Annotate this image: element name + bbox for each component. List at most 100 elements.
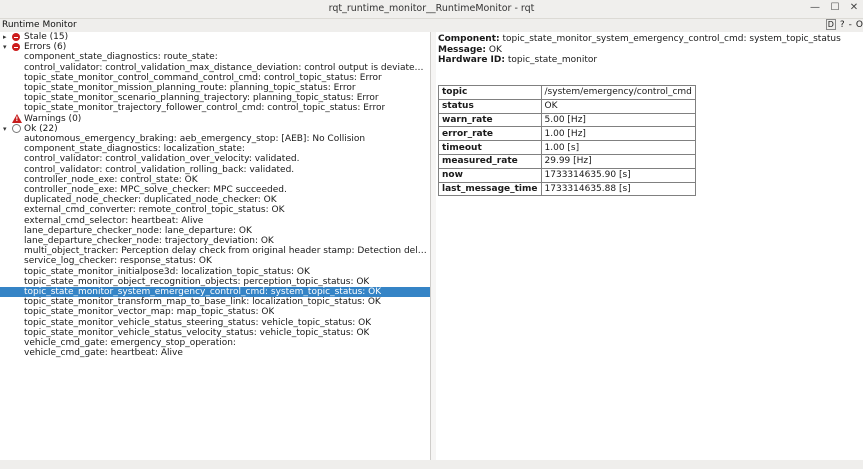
help-icon[interactable]: ? [840, 20, 845, 30]
item-label: component_state_diagnostics: route_state… [24, 52, 218, 63]
item-label: topic_state_monitor_vehicle_status_veloc… [24, 327, 370, 338]
value-cell: 29.99 [Hz] [540, 153, 696, 169]
tree-item-ok[interactable]: lane_departure_checker_node: lane_depart… [0, 226, 430, 236]
item-label: duplicated_node_checker: duplicated_node… [24, 195, 277, 206]
table-row: measured_rate 29.99 [Hz] [438, 153, 696, 169]
tree-group-ok[interactable]: ▾ Ok (22) [0, 123, 430, 134]
dock-button[interactable]: D [825, 19, 836, 30]
component-label: Component: [438, 34, 500, 44]
item-label: topic_state_monitor_transform_map_to_bas… [24, 297, 381, 308]
table-row: topic/system/emergency/control_cmd [438, 85, 696, 100]
tree-group-errors[interactable]: ▾ Errors (6) [0, 42, 430, 52]
diagnostics-tree[interactable]: ▸ Stale (15) ▾ Errors (6) component_state_di… [0, 32, 431, 460]
item-label: autonomous_emergency_braking: aeb_emerge… [24, 134, 366, 144]
tree-item-error[interactable]: control_validator: control_validation_ma… [0, 63, 430, 73]
table-row: error_rate 1.00 [Hz] [438, 126, 696, 142]
item-label: vehicle_cmd_gate: heartbeat: Alive [24, 348, 183, 359]
hardware-value: topic_state_monitor [507, 55, 598, 65]
item-label: service_log_checker: response_status: OK [24, 256, 212, 267]
component-line: Component: topic_state_monitor_system_em… [438, 34, 841, 44]
key-cell: now [438, 167, 542, 183]
detail-panel: Component: topic_state_monitor_system_em… [436, 32, 863, 460]
tree-item-error[interactable]: topic_state_monitor_trajectory_follower_… [0, 103, 430, 113]
plugin-header: Runtime Monitor D? - O [0, 19, 863, 32]
message-value: OK [488, 44, 502, 55]
plugin-controls: D? - O [822, 19, 863, 30]
tree-item-ok[interactable]: topic_state_monitor_vector_map: map_topi… [0, 307, 430, 317]
tree-item-error[interactable]: component_state_diagnostics: route_state… [0, 52, 430, 62]
tree-item-ok[interactable]: control_validator: control_validation_ro… [0, 165, 430, 175]
tree-item-ok[interactable]: topic_state_monitor_initialpose3d: local… [0, 267, 430, 277]
key-cell: measured_rate [438, 153, 542, 169]
tree-item-ok[interactable]: topic_state_monitor_vehicle_status_veloc… [0, 328, 430, 338]
item-label: control_validator: control_validation_ov… [24, 154, 300, 165]
tree-item-ok[interactable]: controller_node_exe: control_state: OK [0, 175, 430, 185]
value-cell: /system/emergency/control_cmd [540, 85, 696, 100]
item-label: topic_state_monitor_system_emergency_con… [24, 287, 382, 297]
group-label: Ok (22) [24, 123, 58, 134]
tree-item-ok[interactable]: control_validator: control_validation_ov… [0, 154, 430, 164]
table-row: last_message_time 1733314635.88 [s] [438, 181, 696, 197]
minimize-button[interactable]: — [807, 1, 823, 15]
item-label: topic_state_monitor_control_command_cont… [24, 72, 382, 83]
group-label: Warnings (0) [24, 113, 82, 124]
key-cell: status [438, 98, 542, 114]
item-label: control_validator: control_validation_ro… [24, 164, 295, 175]
maximize-button[interactable]: ☐ [827, 1, 843, 15]
table-row: warn_rate 5.00 [Hz] [438, 112, 696, 128]
collapse-arrow-icon[interactable]: ▾ [3, 124, 7, 134]
hardware-label: Hardware ID: [438, 55, 505, 65]
item-label: lane_departure_checker_node: lane_depart… [24, 225, 252, 236]
tree-item-ok[interactable]: lane_departure_checker_node: trajectory_… [0, 236, 430, 246]
tree-item-ok[interactable]: controller_node_exe: MPC_solve_checker: … [0, 185, 430, 195]
tree-item-ok[interactable]: topic_state_monitor_system_emergency_con… [0, 287, 430, 298]
item-label: vehicle_cmd_gate: emergency_stop_operati… [24, 338, 236, 348]
close-plugin-icon[interactable]: O [856, 20, 863, 30]
item-label: lane_departure_checker_node: trajectory_… [24, 236, 274, 246]
tree-item-ok[interactable]: duplicated_node_checker: duplicated_node… [0, 195, 430, 205]
component-value: topic_state_monitor_system_emergency_con… [502, 34, 841, 44]
value-cell: OK [540, 98, 696, 114]
tree-item-ok[interactable]: topic_state_monitor_transform_map_to_bas… [0, 297, 430, 307]
lightbulb-icon [12, 123, 21, 133]
item-label: topic_state_monitor_initialpose3d: local… [24, 266, 310, 277]
tree-item-ok[interactable]: autonomous_emergency_braking: aeb_emerge… [0, 134, 430, 144]
key-cell: warn_rate [438, 112, 542, 128]
tree-item-error[interactable]: topic_state_monitor_scenario_planning_tr… [0, 93, 430, 103]
message-line: Message: OK [438, 45, 502, 55]
item-label: topic_state_monitor_object_recognition_o… [24, 276, 370, 287]
table-row: status OK [438, 98, 696, 114]
close-button[interactable]: ✕ [846, 1, 862, 15]
value-cell: 1733314635.88 [s] [540, 181, 696, 197]
key-cell: topic [438, 85, 542, 100]
item-label: external_cmd_converter: remote_control_t… [24, 205, 285, 216]
tree-item-error[interactable]: topic_state_monitor_control_command_cont… [0, 73, 430, 83]
tree-item-error[interactable]: topic_state_monitor_mission_planning_rou… [0, 83, 430, 93]
key-value-table: topic/system/emergency/control_cmd status… [438, 85, 696, 197]
tree-group-stale[interactable]: ▸ Stale (15) [0, 32, 430, 42]
item-label: external_cmd_selector: heartbeat: Alive [24, 215, 204, 226]
value-cell: 1.00 [Hz] [540, 126, 696, 142]
tree-item-ok[interactable]: external_cmd_selector: heartbeat: Alive [0, 216, 430, 226]
key-cell: last_message_time [438, 181, 542, 197]
warning-icon [12, 113, 22, 125]
tree-item-ok[interactable]: vehicle_cmd_gate: emergency_stop_operati… [0, 338, 430, 348]
item-label: controller_node_exe: MPC_solve_checker: … [24, 185, 287, 195]
tree-item-ok[interactable]: external_cmd_converter: remote_control_t… [0, 205, 430, 215]
tree-item-ok[interactable]: vehicle_cmd_gate: heartbeat: Alive [0, 348, 430, 358]
item-label: topic_state_monitor_vehicle_status_steer… [24, 317, 372, 328]
tree-item-ok[interactable]: component_state_diagnostics: localizatio… [0, 144, 430, 154]
item-label: topic_state_monitor_trajectory_follower_… [24, 103, 386, 114]
window-title: rqt_runtime_monitor__RuntimeMonitor - rq… [328, 3, 535, 14]
expand-arrow-icon[interactable]: ▸ [3, 32, 7, 42]
value-cell: 5.00 [Hz] [540, 112, 696, 128]
item-label: topic_state_monitor_scenario_planning_tr… [24, 93, 379, 104]
minus-icon[interactable]: - [849, 20, 852, 30]
tree-item-ok[interactable]: multi_object_tracker: Perception delay c… [0, 246, 430, 256]
value-cell: 1.00 [s] [540, 140, 696, 155]
tree-group-warnings[interactable]: Warnings (0) [0, 113, 430, 125]
collapse-arrow-icon[interactable]: ▾ [3, 42, 7, 52]
tree-item-ok[interactable]: topic_state_monitor_vehicle_status_steer… [0, 318, 430, 328]
tree-item-ok[interactable]: topic_state_monitor_object_recognition_o… [0, 277, 430, 287]
tree-item-ok[interactable]: service_log_checker: response_status: OK [0, 256, 430, 266]
